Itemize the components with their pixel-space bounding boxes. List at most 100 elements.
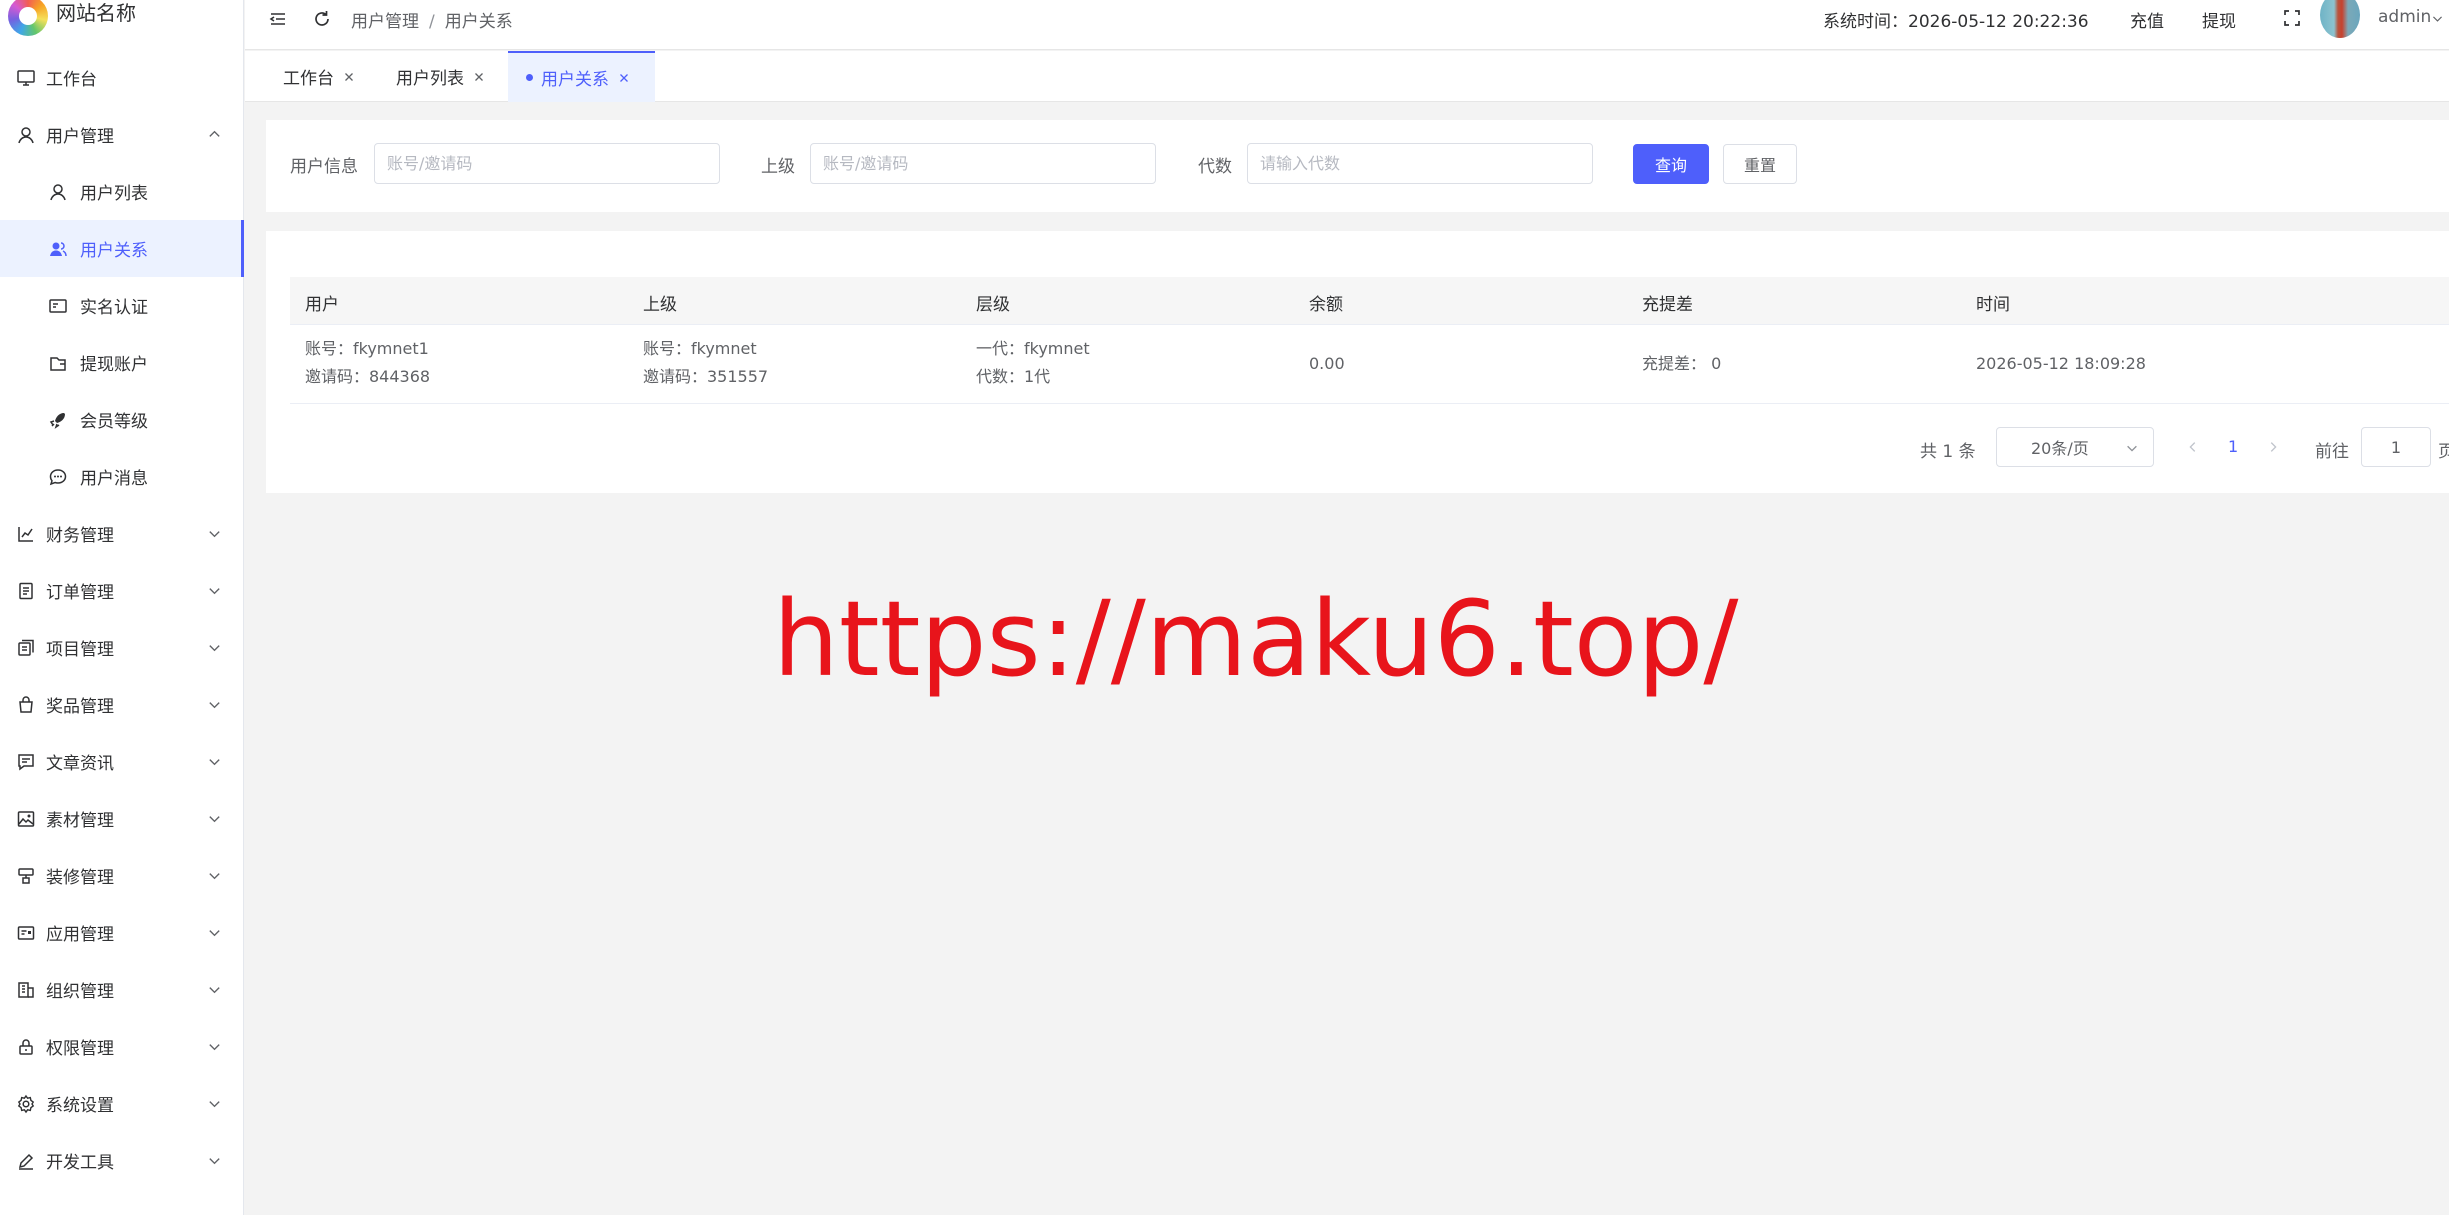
sidebar-item-label: 用户关系: [80, 241, 148, 261]
chevron-down-icon: [207, 640, 222, 655]
system-time-value: 2026-05-12 20:22:36: [1908, 12, 2089, 32]
breadcrumb-item-current: 用户关系: [444, 12, 513, 32]
parent-label: 上级: [761, 157, 795, 177]
tab-user-list[interactable]: 用户列表: [378, 51, 504, 102]
sidebar-item-withdraw-account[interactable]: 提现账户: [0, 334, 244, 391]
level-first-gen: 一代：fkymnet: [976, 339, 1090, 358]
column-header: 层级: [976, 295, 1010, 315]
sidebar-item-projects[interactable]: 项目管理: [0, 619, 244, 676]
sidebar-item-apps[interactable]: 应用管理: [0, 904, 244, 961]
user-info-label: 用户信息: [290, 157, 358, 177]
chevron-down-icon: [207, 583, 222, 598]
tab-user-relations[interactable]: 用户关系: [508, 51, 655, 102]
recharge-button[interactable]: 充值: [2130, 7, 2164, 32]
column-header: 充提差: [1642, 295, 1693, 315]
avatar[interactable]: [2320, 0, 2360, 38]
sidebar-item-finance[interactable]: 财务管理: [0, 505, 244, 562]
sidebar-item-label: 用户列表: [80, 184, 148, 204]
edit-icon: [16, 1151, 36, 1171]
document-icon: [16, 581, 36, 601]
sidebar-item-real-name[interactable]: 实名认证: [0, 277, 244, 334]
table-row[interactable]: 账号：fkymnet1 邀请码：844368 账号：fkymnet 邀请码：35…: [290, 325, 2449, 404]
sidebar-item-decoration[interactable]: 装修管理: [0, 847, 244, 904]
next-page-icon[interactable]: [2266, 440, 2280, 454]
tab-label: 工作台: [283, 69, 334, 89]
refresh-icon[interactable]: [311, 8, 333, 30]
active-dot: [526, 74, 533, 81]
chevron-down-icon: [2125, 441, 2139, 455]
goto-page-input[interactable]: [2361, 427, 2431, 467]
sidebar-item-orders[interactable]: 订单管理: [0, 562, 244, 619]
sidebar-item-label: 财务管理: [46, 526, 114, 546]
reset-button[interactable]: 重置: [1723, 144, 1797, 184]
page-number-current[interactable]: 1: [2228, 437, 2238, 456]
chat-icon: [48, 467, 68, 487]
close-icon[interactable]: [472, 70, 486, 84]
prev-page-icon[interactable]: [2186, 440, 2200, 454]
sidebar-item-label: 用户消息: [80, 469, 148, 489]
cell-diff: 充提差： 0: [1642, 354, 1722, 373]
close-icon[interactable]: [617, 71, 631, 85]
sidebar-item-label: 工作台: [46, 70, 97, 90]
sidebar-item-dev-tools[interactable]: 开发工具: [0, 1132, 244, 1189]
parent-invite-code: 邀请码：351557: [643, 367, 769, 386]
generation-input[interactable]: [1247, 143, 1593, 184]
brand[interactable]: 网站名称: [0, 0, 243, 38]
goto-label: 前往: [2315, 442, 2349, 462]
brush-icon: [16, 866, 36, 886]
logo-icon: [8, 0, 48, 36]
monitor-icon: [16, 68, 36, 88]
sidebar: 网站名称 工作台 用户管理 用户列表 用户关系 实名认证 提现账户 会员等级 用…: [0, 0, 244, 1215]
query-button[interactable]: 查询: [1633, 144, 1709, 184]
chevron-down-icon: [207, 868, 222, 883]
building-icon: [16, 980, 36, 1000]
gear-icon: [16, 1094, 36, 1114]
sidebar-item-settings[interactable]: 系统设置: [0, 1075, 244, 1132]
withdraw-button[interactable]: 提现: [2202, 7, 2236, 32]
page-size-select[interactable]: 20条/页: [1996, 427, 2154, 467]
top-header: 用户管理 / 用户关系 系统时间：2026-05-12 20:22:36 充值 提现…: [245, 0, 2449, 50]
generation-label: 代数: [1198, 157, 1232, 177]
sidebar-item-label: 开发工具: [46, 1153, 114, 1173]
sidebar-item-user-relations[interactable]: 用户关系: [0, 220, 244, 277]
chevron-down-icon: [207, 925, 222, 940]
message-icon: [16, 752, 36, 772]
table-header: 用户 上级 层级 余额 充提差 时间: [290, 277, 2449, 325]
sidebar-item-member-level[interactable]: 会员等级: [0, 391, 244, 448]
tab-workbench[interactable]: 工作台: [245, 51, 374, 102]
chevron-down-icon: [207, 754, 222, 769]
image-icon: [16, 809, 36, 829]
breadcrumb-item[interactable]: 用户管理: [351, 12, 419, 32]
breadcrumb: 用户管理 / 用户关系: [351, 7, 513, 32]
page-size-value: 20条/页: [2031, 439, 2089, 458]
cell-balance: 0.00: [1309, 354, 1345, 373]
menu-fold-icon[interactable]: [267, 8, 289, 30]
sidebar-item-materials[interactable]: 素材管理: [0, 790, 244, 847]
parent-input[interactable]: [810, 143, 1156, 184]
users-icon: [48, 239, 68, 259]
user-outline-icon: [48, 182, 68, 202]
wallet-icon: [48, 353, 68, 373]
system-time-label: 系统时间：: [1823, 12, 1908, 32]
chevron-down-icon[interactable]: [2431, 12, 2444, 25]
sidebar-item-user-management[interactable]: 用户管理: [0, 106, 244, 163]
sidebar-item-workbench[interactable]: 工作台: [0, 49, 244, 106]
close-icon[interactable]: [342, 70, 356, 84]
sidebar-item-label: 系统设置: [46, 1096, 114, 1116]
fullscreen-icon[interactable]: [2281, 7, 2303, 29]
sidebar-item-prizes[interactable]: 奖品管理: [0, 676, 244, 733]
sidebar-item-organization[interactable]: 组织管理: [0, 961, 244, 1018]
search-form: 用户信息 上级 代数 查询 重置: [266, 120, 2449, 212]
sidebar-item-permissions[interactable]: 权限管理: [0, 1018, 244, 1075]
sidebar-item-articles[interactable]: 文章资讯: [0, 733, 244, 790]
username[interactable]: admin: [2378, 7, 2431, 27]
user-info-input[interactable]: [374, 143, 720, 184]
chevron-down-icon: [207, 1096, 222, 1111]
sidebar-item-user-list[interactable]: 用户列表: [0, 163, 244, 220]
chevron-down-icon: [207, 1039, 222, 1054]
sidebar-item-label: 会员等级: [80, 412, 148, 432]
tabs-bar: 工作台 用户列表 用户关系: [245, 51, 2449, 102]
sidebar-item-user-messages[interactable]: 用户消息: [0, 448, 244, 505]
sidebar-item-label: 奖品管理: [46, 697, 114, 717]
sidebar-item-label: 素材管理: [46, 811, 114, 831]
